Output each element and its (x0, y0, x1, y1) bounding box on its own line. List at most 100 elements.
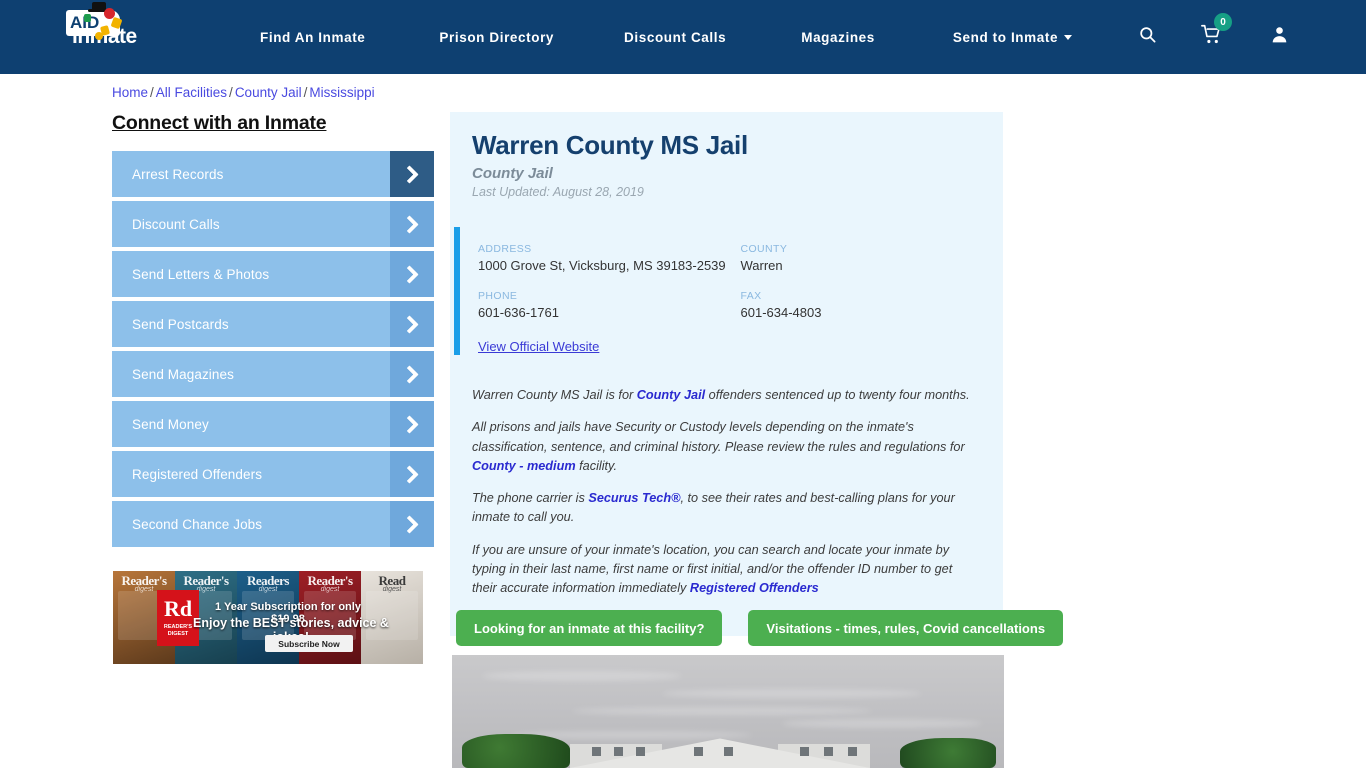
search-icon[interactable] (1138, 25, 1157, 49)
logo-dot-yellow-3 (95, 32, 103, 40)
visitations-button[interactable]: Visitations - times, rules, Covid cancel… (748, 610, 1064, 646)
county-value: Warren (740, 258, 783, 273)
sidebar-item-label: Discount Calls (132, 216, 220, 232)
chevron-right-icon (390, 401, 434, 447)
cloud-streak (482, 671, 682, 681)
building-window (694, 747, 703, 756)
p2-text-a: All prisons and jails have Security or C… (472, 420, 965, 454)
description-paragraph-4: If you are unsure of your inmate's locat… (472, 541, 979, 599)
facility-card: Warren County MS Jail County Jail Last U… (450, 112, 1003, 636)
breadcrumb-county-jail[interactable]: County Jail (235, 85, 302, 100)
advertisement-banner[interactable]: Reader's digest Reader's digest Readers … (113, 571, 423, 664)
description-paragraph-3: The phone carrier is Securus Tech®, to s… (472, 489, 979, 528)
nav-item-magazines[interactable]: Magazines (801, 30, 875, 45)
facility-photo (452, 655, 1004, 768)
phone-label: PHONE (478, 290, 518, 302)
breadcrumb-mississippi[interactable]: Mississippi (309, 85, 374, 100)
sidebar-item-label: Registered Offenders (132, 466, 263, 482)
building-window (614, 747, 623, 756)
county-medium-link[interactable]: County - medium (472, 459, 576, 473)
county-label: COUNTY (740, 243, 788, 255)
logo-dot-green (84, 14, 91, 22)
p3-text-a: The phone carrier is (472, 491, 589, 506)
nav-item-send-to-inmate-label: Send to Inmate (952, 29, 1059, 45)
chevron-right-icon (390, 351, 434, 397)
facility-description: Warren County MS Jail is for County Jail… (450, 376, 1003, 618)
cart-icon[interactable]: 0 (1201, 13, 1232, 50)
header-icon-group: 0 (1138, 0, 1366, 74)
registered-offenders-link[interactable]: Registered Offenders (690, 581, 819, 595)
nav-item-discount-calls[interactable]: Discount Calls (624, 30, 726, 45)
facility-type: County Jail (472, 165, 553, 182)
sidebar-item-label: Second Chance Jobs (132, 516, 263, 532)
facility-info-panel: ADDRESS 1000 Grove St, Vicksburg, MS 391… (450, 227, 1003, 376)
p2-text-b: facility. (575, 458, 617, 473)
site-header: inmate AID Find An Inmate Prison Directo… (0, 0, 1366, 74)
sidebar-item-registered-offenders[interactable]: Registered Offenders (112, 451, 434, 497)
building-window (800, 747, 809, 756)
building-window (848, 747, 857, 756)
primary-navigation: Find An Inmate Prison Directory Discount… (260, 0, 1073, 74)
breadcrumb-separator-1: / (150, 85, 154, 100)
nav-item-prison-directory[interactable]: Prison Directory (439, 30, 554, 45)
inmate-search-button[interactable]: Looking for an inmate at this facility? (456, 610, 723, 646)
chevron-right-icon (390, 251, 434, 297)
sidebar-item-second-chance-jobs[interactable]: Second Chance Jobs (112, 501, 434, 547)
building-window (724, 747, 733, 756)
sidebar-item-send-postcards[interactable]: Send Postcards (112, 301, 434, 347)
fax-value: 601-634-4803 (740, 305, 822, 320)
phone-value: 601-636-1761 (478, 305, 559, 320)
official-website-link[interactable]: View Official Website (478, 339, 599, 354)
description-paragraph-2: All prisons and jails have Security or C… (472, 418, 979, 476)
accent-bar (454, 227, 460, 355)
fax-label: FAX (740, 290, 762, 302)
sidebar-item-label: Send Letters & Photos (132, 266, 270, 282)
sidebar-item-label: Send Magazines (132, 366, 234, 382)
sidebar: Connect with an Inmate Arrest Records Di… (112, 112, 434, 551)
sidebar-item-label: Send Money (132, 416, 209, 432)
sidebar-item-send-letters-photos[interactable]: Send Letters & Photos (112, 251, 434, 297)
sidebar-item-discount-calls[interactable]: Discount Calls (112, 201, 434, 247)
chevron-right-icon (390, 301, 434, 347)
building-window (636, 747, 645, 756)
breadcrumb-home[interactable]: Home (112, 85, 148, 100)
user-account-icon[interactable] (1270, 25, 1289, 49)
page-title: Warren County MS Jail (472, 130, 748, 160)
info-column-right: COUNTY Warren FAX 601-634-4803 (741, 243, 1004, 337)
ad-subscribe-button[interactable]: Subscribe Now (265, 635, 353, 652)
chevron-right-icon (390, 451, 434, 497)
p1-text-a: Warren County MS Jail is for (472, 388, 637, 402)
address-value: 1000 Grove St, Vicksburg, MS 39183-2539 (478, 258, 726, 273)
ad-cover-subtitle: digest (320, 586, 340, 593)
info-column-left: ADDRESS 1000 Grove St, Vicksburg, MS 391… (478, 243, 741, 337)
county-jail-link[interactable]: County Jail (637, 388, 705, 402)
breadcrumb-all-facilities[interactable]: All Facilities (156, 85, 227, 100)
chevron-down-icon (1064, 35, 1073, 41)
nav-item-find-an-inmate[interactable]: Find An Inmate (260, 30, 365, 45)
cart-count-badge: 0 (1214, 13, 1232, 31)
tree-foliage (462, 734, 570, 768)
sidebar-item-label: Send Postcards (132, 316, 229, 332)
sidebar-item-arrest-records[interactable]: Arrest Records (112, 151, 434, 197)
breadcrumb-separator-3: / (303, 85, 308, 100)
ad-cover-subtitle: digest (258, 586, 278, 593)
cloud-streak (572, 707, 872, 715)
chevron-right-icon (390, 151, 434, 197)
action-button-row: Looking for an inmate at this facility? … (456, 610, 1064, 646)
address-label: ADDRESS (478, 243, 532, 255)
building-window (592, 747, 601, 756)
cloud-streak (662, 689, 922, 698)
ad-brand-initials: Rd (163, 596, 193, 622)
sidebar-item-send-money[interactable]: Send Money (112, 401, 434, 447)
tree-foliage-right (900, 738, 996, 768)
securus-tech-link[interactable]: Securus Tech® (588, 491, 680, 505)
cloud-streak (782, 719, 982, 728)
chevron-right-icon (390, 501, 434, 547)
ad-cover-subtitle: digest (382, 586, 402, 593)
chevron-right-icon (390, 201, 434, 247)
sidebar-item-send-magazines[interactable]: Send Magazines (112, 351, 434, 397)
sidebar-item-label: Arrest Records (132, 166, 224, 182)
breadcrumb-separator-2: / (229, 85, 233, 100)
sidebar-heading: Connect with an Inmate (112, 112, 327, 134)
nav-item-send-to-inmate[interactable]: Send to Inmate (952, 29, 1073, 45)
